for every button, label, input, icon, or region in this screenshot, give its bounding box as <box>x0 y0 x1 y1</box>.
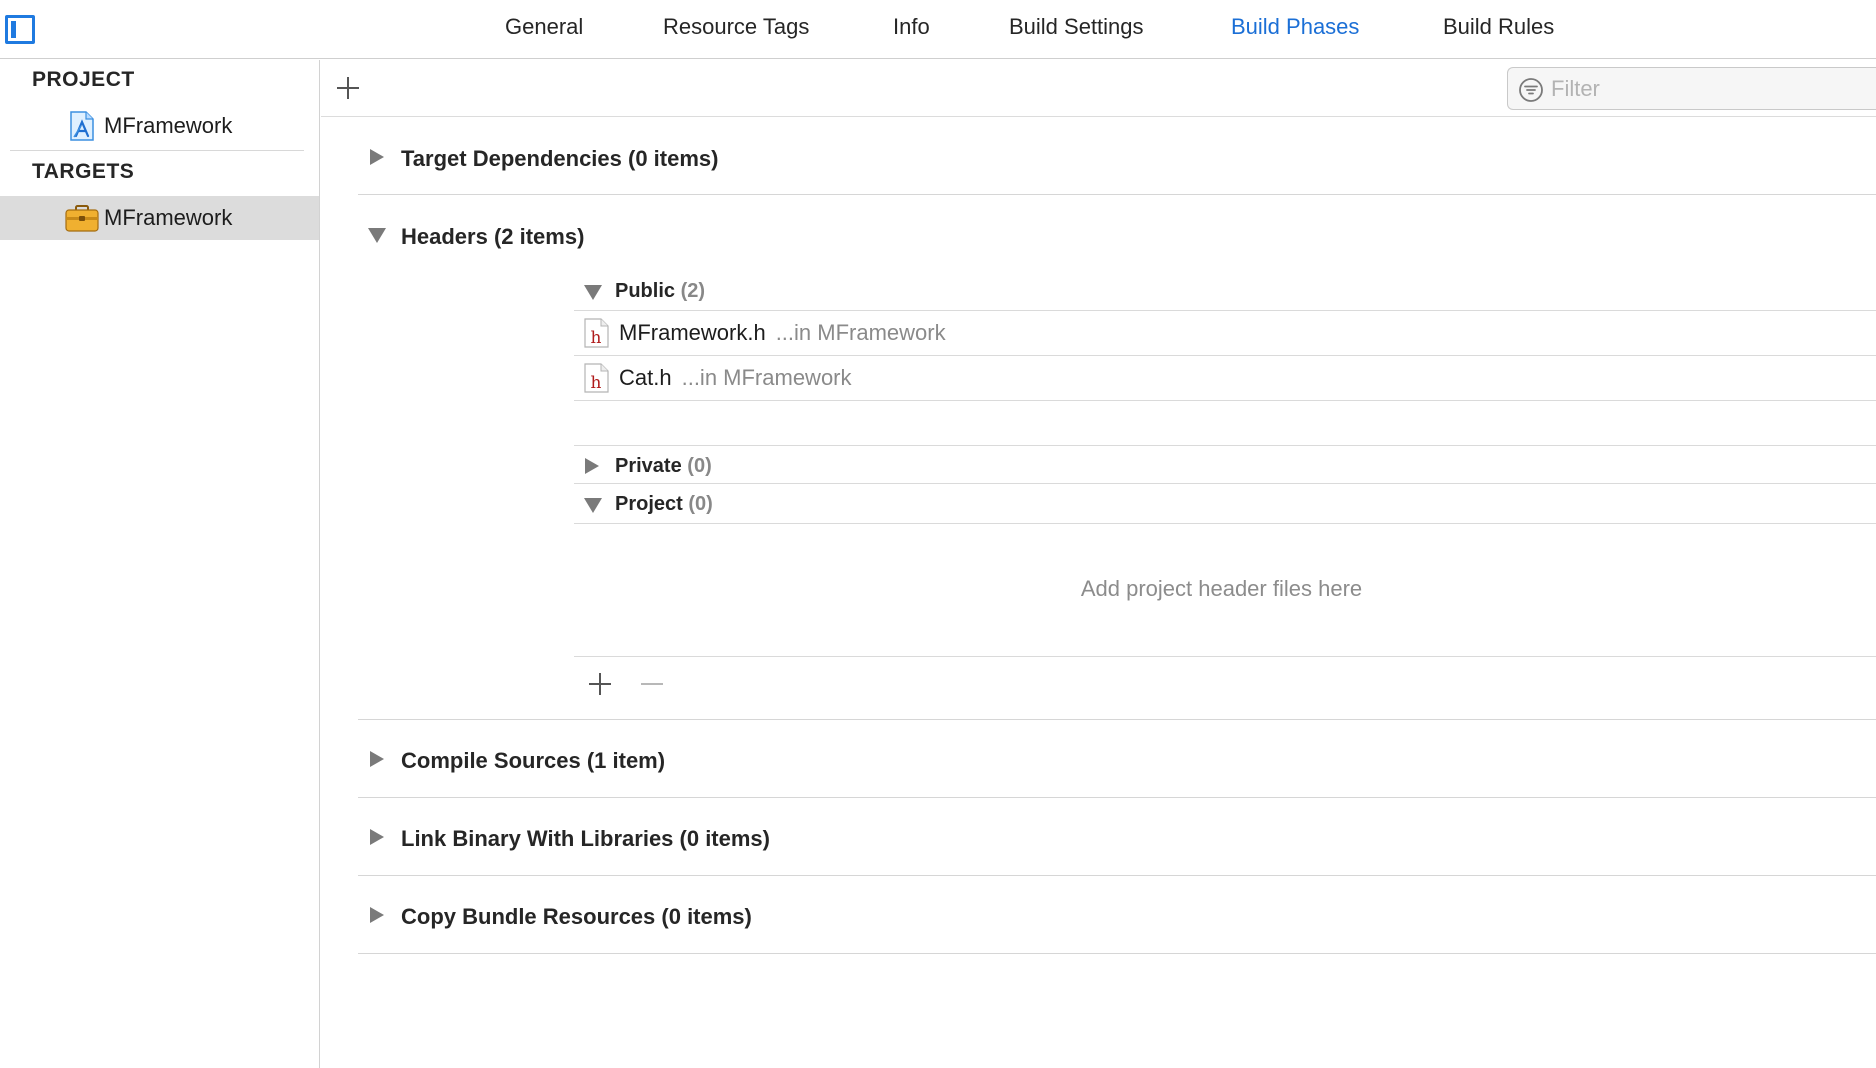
filter-icon <box>1519 78 1543 102</box>
group-count: (0) <box>687 455 712 477</box>
xcode-project-icon <box>70 111 94 141</box>
phase-title: Compile Sources (1 item) <box>401 748 666 773</box>
group-title: Private (0) <box>615 455 712 478</box>
tab-info[interactable]: Info <box>893 14 930 40</box>
sidebar-divider <box>10 150 304 151</box>
sidebar-item-target[interactable]: MFramework <box>0 196 319 240</box>
disclosure-triangle-expanded-icon[interactable] <box>368 228 386 243</box>
phase-header-headers[interactable]: Headers (2 items) <box>358 215 1876 255</box>
file-location: ...in MFramework <box>681 365 852 390</box>
phase-separator <box>358 953 1876 954</box>
group-label: Public <box>615 280 676 302</box>
project-navigator-sidebar: PROJECT MFramework TARGETS MFramework <box>0 60 320 1068</box>
header-file-icon-letter: h <box>591 373 602 393</box>
phase-separator <box>358 719 1876 720</box>
disclosure-triangle-expanded-icon[interactable] <box>584 285 602 300</box>
phase-title: Copy Bundle Resources (0 items) <box>401 904 752 929</box>
group-count: (0) <box>688 493 713 515</box>
row-divider <box>574 400 1876 401</box>
sidebar-item-project[interactable]: MFramework <box>0 104 319 148</box>
file-row[interactable]: h Cat.h ...in MFramework <box>574 356 1876 400</box>
row-divider <box>574 445 1876 446</box>
disclosure-triangle-collapsed-icon[interactable] <box>370 829 384 845</box>
file-label: Cat.h ...in MFramework <box>619 365 852 391</box>
tab-build-rules[interactable]: Build Rules <box>1443 14 1554 40</box>
group-label: Private <box>615 455 682 477</box>
empty-drop-message: Add project header files here <box>1080 576 1363 601</box>
sidebar-item-label: MFramework <box>104 113 233 138</box>
disclosure-triangle-collapsed-icon[interactable] <box>370 751 384 767</box>
disclosure-triangle-expanded-icon[interactable] <box>584 498 602 513</box>
phase-title: Link Binary With Libraries (0 items) <box>401 826 770 851</box>
headers-group-private[interactable]: Private (0) <box>574 449 1876 485</box>
header-file-icon: h <box>584 318 609 348</box>
disclosure-triangle-collapsed-icon[interactable] <box>370 149 384 165</box>
phase-separator <box>358 875 1876 876</box>
tab-build-phases[interactable]: Build Phases <box>1231 14 1359 40</box>
add-header-button[interactable] <box>586 670 614 698</box>
tab-build-settings[interactable]: Build Settings <box>1009 14 1144 40</box>
filter-field[interactable] <box>1507 67 1876 110</box>
phase-header-link-binary[interactable]: Link Binary With Libraries (0 items) <box>358 817 1876 857</box>
row-divider <box>574 523 1876 524</box>
row-divider <box>574 483 1876 484</box>
group-label: Project <box>615 493 683 515</box>
framework-target-icon <box>65 205 99 232</box>
file-name: MFramework.h <box>619 320 766 345</box>
headers-group-project[interactable]: Project (0) <box>574 487 1876 523</box>
tab-general[interactable]: General <box>505 14 583 40</box>
file-row[interactable]: h MFramework.h ...in MFramework <box>574 311 1876 355</box>
phase-separator <box>358 194 1876 195</box>
tab-resource-tags[interactable]: Resource Tags <box>663 14 809 40</box>
header-file-icon: h <box>584 363 609 393</box>
phase-header-compile-sources[interactable]: Compile Sources (1 item) <box>358 739 1876 779</box>
phase-title: Target Dependencies (0 items) <box>401 146 719 171</box>
disclosure-triangle-collapsed-icon[interactable] <box>585 458 599 474</box>
phase-separator <box>358 797 1876 798</box>
file-label: MFramework.h ...in MFramework <box>619 320 946 346</box>
phase-header-copy-bundle-resources[interactable]: Copy Bundle Resources (0 items) <box>358 895 1876 935</box>
group-title: Public (2) <box>615 280 705 303</box>
group-count: (2) <box>680 280 706 302</box>
targets-heading: TARGETS <box>32 160 135 183</box>
sidebar-toggle-icon[interactable] <box>5 15 35 44</box>
project-heading: PROJECT <box>32 68 135 91</box>
file-location: ...in MFramework <box>775 320 946 345</box>
phase-header-target-dependencies[interactable]: Target Dependencies (0 items) <box>358 137 1876 177</box>
headers-group-public[interactable]: Public (2) <box>574 274 1876 310</box>
remove-header-button[interactable] <box>639 670 665 698</box>
disclosure-triangle-collapsed-icon[interactable] <box>370 907 384 923</box>
tab-bar: General Resource Tags Info Build Setting… <box>0 0 1876 59</box>
group-title: Project (0) <box>615 493 713 516</box>
phase-title: Headers (2 items) <box>401 224 585 249</box>
file-name: Cat.h <box>619 365 672 390</box>
sidebar-item-label: MFramework <box>104 205 233 230</box>
add-build-phase-button[interactable] <box>335 75 361 101</box>
header-file-icon-letter: h <box>591 328 602 348</box>
row-divider <box>574 656 1876 657</box>
build-phases-editor: Target Dependencies (0 items) Headers (2… <box>321 60 1876 1068</box>
filter-input[interactable] <box>1551 74 1861 104</box>
build-phases-toolbar <box>321 60 1876 117</box>
